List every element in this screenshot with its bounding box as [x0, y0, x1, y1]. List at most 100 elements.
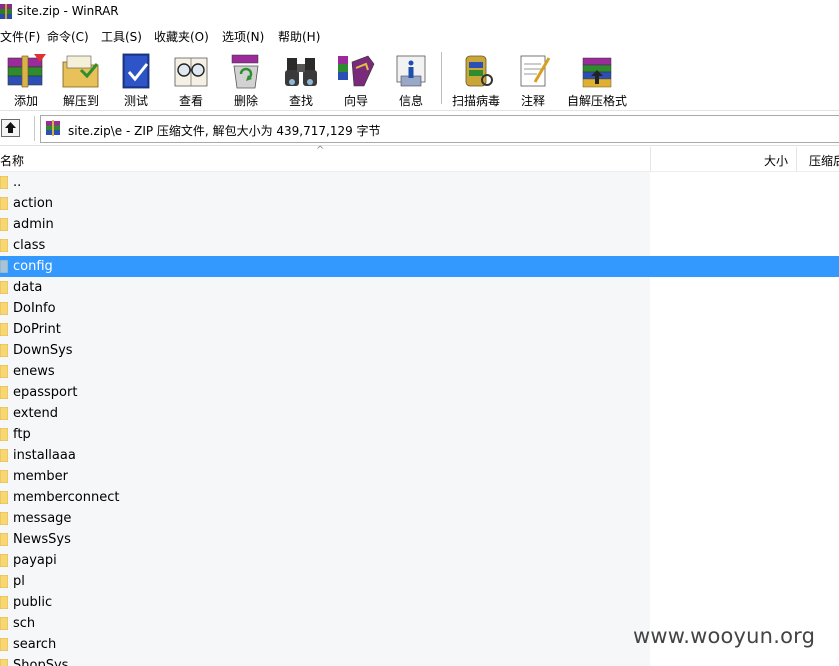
file-name: DoPrint [13, 322, 61, 337]
file-name: enews [13, 364, 55, 379]
folder-icon [0, 407, 8, 420]
folder-row[interactable]: DoPrint [0, 319, 839, 340]
title-bar: site.zip - WinRAR [0, 0, 839, 24]
file-name: search [13, 637, 57, 652]
folder-row[interactable]: member [0, 466, 839, 487]
menu-help[interactable]: 帮助(H) [278, 28, 320, 45]
find-button[interactable]: 查找 [273, 48, 329, 108]
file-name: .. [13, 175, 22, 190]
folder-row[interactable]: admin [0, 214, 839, 235]
file-name: message [13, 511, 72, 526]
file-name: sch [13, 616, 36, 631]
test-label: 测试 [123, 94, 148, 108]
folder-row[interactable]: epassport [0, 382, 839, 403]
file-name: epassport [13, 385, 78, 400]
info-label: 信息 [398, 94, 423, 108]
file-name: memberconnect [13, 490, 120, 505]
view-button[interactable]: 查看 [163, 48, 219, 108]
menu-options[interactable]: 选项(N) [222, 28, 264, 45]
folder-icon [0, 365, 8, 378]
info-button[interactable]: 信息 [383, 48, 439, 108]
add-button[interactable]: 添加 [0, 48, 54, 108]
parent-folder-row[interactable]: .. [0, 172, 839, 193]
folder-row[interactable]: pl [0, 571, 839, 592]
folder-icon [0, 386, 8, 399]
folder-row[interactable]: data [0, 277, 839, 298]
folder-row[interactable]: enews [0, 361, 839, 382]
file-name: ShopSys [13, 658, 69, 666]
extract-to-label: 解压到 [62, 94, 99, 108]
column-packed[interactable]: 压缩后 [809, 152, 839, 169]
test-button[interactable]: 测试 [108, 48, 164, 108]
view-label: 查看 [178, 94, 203, 108]
sfx-button[interactable]: 自解压格式 [566, 48, 628, 108]
folder-row[interactable]: action [0, 193, 839, 214]
menu-tools[interactable]: 工具(S) [101, 28, 142, 45]
wizard-label: 向导 [343, 94, 368, 108]
file-name: payapi [13, 553, 57, 568]
sfx-label: 自解压格式 [566, 94, 627, 108]
folder-icon [0, 323, 8, 336]
virus-scan-label: 扫描病毒 [451, 94, 500, 108]
up-arrow-icon [5, 122, 16, 133]
toolbar-separator [441, 52, 442, 104]
file-name: pl [13, 574, 25, 589]
menu-favorites[interactable]: 收藏夹(O) [154, 28, 209, 45]
file-name: action [13, 196, 54, 211]
menu-file[interactable]: 文件(F) [0, 28, 40, 45]
folder-icon [0, 260, 8, 273]
folder-row[interactable]: class [0, 235, 839, 256]
file-name: NewsSys [13, 532, 71, 547]
file-name: class [13, 238, 46, 253]
file-name: ftp [13, 427, 31, 442]
folder-row[interactable]: DoInfo [0, 298, 839, 319]
folder-row[interactable]: memberconnect [0, 487, 839, 508]
folder-icon [0, 197, 8, 210]
folder-icon [0, 617, 8, 630]
file-name: admin [13, 217, 54, 232]
delete-label: 删除 [233, 94, 258, 108]
winrar-app-icon [0, 4, 12, 19]
folder-icon [0, 554, 8, 567]
delete-button[interactable]: 删除 [218, 48, 274, 108]
folder-row[interactable]: config [0, 256, 839, 277]
file-name: installaaa [13, 448, 76, 463]
folder-row[interactable]: message [0, 508, 839, 529]
folder-row[interactable]: payapi [0, 550, 839, 571]
column-divider[interactable] [650, 147, 651, 171]
folder-row[interactable]: ShopSys [0, 655, 839, 666]
folder-row[interactable]: extend [0, 403, 839, 424]
folder-row[interactable]: ftp [0, 424, 839, 445]
folder-row[interactable]: DownSys [0, 340, 839, 361]
virus-scan-icon [465, 55, 493, 87]
folder-row[interactable]: public [0, 592, 839, 613]
add-books-icon [7, 54, 46, 88]
up-folder-button[interactable] [1, 119, 20, 137]
column-size[interactable]: 大小 [764, 152, 788, 169]
address-bar: site.zip\e - ZIP 压缩文件, 解包大小为 439,717,129… [0, 112, 839, 146]
folder-icon [0, 344, 8, 357]
folder-row[interactable]: installaaa [0, 445, 839, 466]
sfx-archive-icon [582, 57, 612, 88]
archive-icon [46, 120, 60, 136]
file-name: DownSys [13, 343, 73, 358]
path-field[interactable]: site.zip\e - ZIP 压缩文件, 解包大小为 439,717,129… [40, 115, 839, 143]
folder-icon [0, 281, 8, 294]
column-name[interactable]: 名称 [0, 152, 24, 169]
column-header: ^ 名称 大小 压缩后 [0, 145, 839, 172]
file-name: extend [13, 406, 59, 421]
comment-button[interactable]: 注释 [505, 48, 561, 108]
wizard-icon [338, 55, 375, 87]
column-divider[interactable] [796, 147, 797, 171]
virus-scan-button[interactable]: 扫描病毒 [448, 48, 504, 108]
extract-to-button[interactable]: 解压到 [53, 48, 109, 108]
folder-icon [0, 470, 8, 483]
file-name: config [13, 259, 53, 274]
test-book-icon [122, 53, 150, 89]
menu-commands[interactable]: 命令(C) [47, 28, 89, 45]
folder-icon [0, 449, 8, 462]
folder-icon [0, 491, 8, 504]
folder-row[interactable]: NewsSys [0, 529, 839, 550]
wizard-button[interactable]: 向导 [328, 48, 384, 108]
add-label: 添加 [13, 94, 38, 108]
